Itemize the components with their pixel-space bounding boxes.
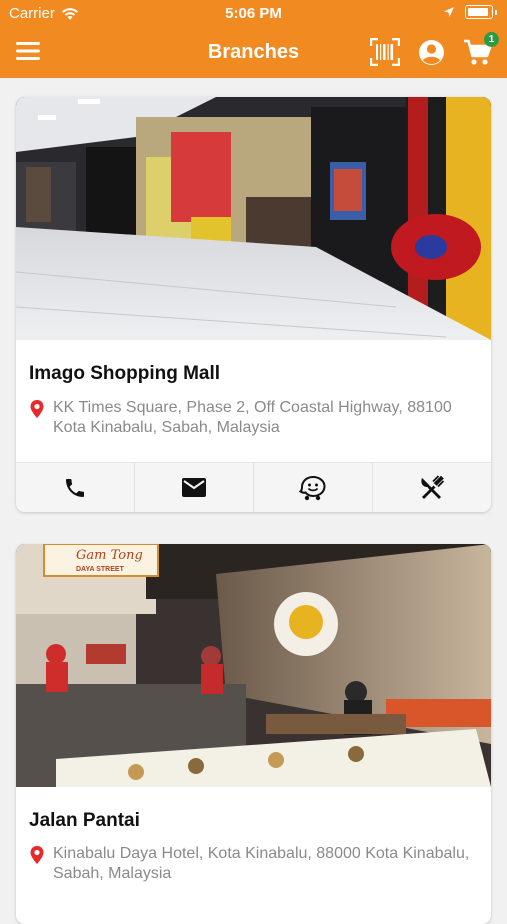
branch-actions [16, 462, 491, 512]
profile-icon[interactable] [418, 39, 445, 66]
waze-button[interactable] [254, 463, 373, 512]
branch-photo [16, 97, 491, 340]
location-arrow-icon [444, 7, 454, 17]
branch-address-text: KK Times Square, Phase 2, Off Coastal Hi… [53, 399, 452, 436]
waze-icon [299, 475, 326, 500]
phone-icon [66, 478, 84, 497]
call-button[interactable] [16, 463, 135, 512]
branch-name: Imago Shopping Mall [29, 363, 221, 384]
status-bar: Carrier 5:06 PM [0, 0, 507, 28]
email-button[interactable] [135, 463, 254, 512]
nav-bar: Branches 1 [0, 28, 507, 78]
branch-card[interactable]: Imago Shopping Mall KK Times Square, Pha… [16, 97, 491, 512]
battery-icon [465, 5, 493, 19]
location-pin-icon [30, 400, 44, 418]
branch-address-text: Kinabalu Daya Hotel, Kota Kinabalu, 8800… [53, 845, 470, 882]
cart-button[interactable]: 1 [463, 32, 499, 67]
branch-photo: Gam Tong DAYA STREET [16, 544, 491, 787]
cart-count-badge: 1 [484, 32, 499, 47]
battery-tip [495, 9, 497, 15]
shop-sign-subtext: DAYA STREET [76, 566, 125, 573]
shop-sign-text: Gam Tong [76, 548, 143, 563]
barcode-scan-icon[interactable] [370, 38, 400, 66]
branch-card[interactable]: Gam Tong DAYA STREET Jalan Pantai Kinaba… [16, 544, 491, 924]
location-pin-icon [30, 846, 44, 864]
nav-actions: 1 [370, 32, 499, 67]
top-bar: Carrier 5:06 PM Branches 1 [0, 0, 507, 78]
mail-icon [182, 477, 206, 497]
branch-address: KK Times Square, Phase 2, Off Coastal Hi… [29, 398, 489, 438]
menu-dine-button[interactable] [373, 463, 491, 512]
clock: 5:06 PM [225, 5, 282, 22]
status-right [443, 5, 497, 19]
fork-knife-icon [421, 474, 445, 499]
branch-name: Jalan Pantai [29, 810, 140, 831]
branch-address: Kinabalu Daya Hotel, Kota Kinabalu, 8800… [29, 844, 489, 884]
